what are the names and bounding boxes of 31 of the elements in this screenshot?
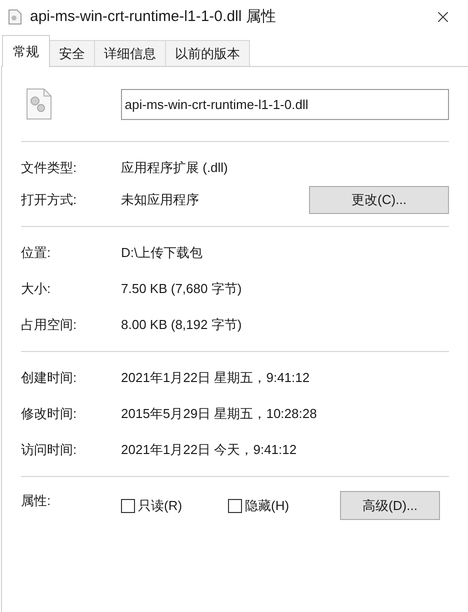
field-value: D:\上传下载包 — [121, 244, 204, 262]
settings-file-icon — [26, 88, 52, 120]
checkbox-label: 隐藏(H) — [245, 496, 290, 515]
checkbox[interactable] — [228, 498, 242, 512]
field-label: 访问时间: — [21, 441, 78, 460]
field-value: 应用程序扩展 (.dll) — [121, 159, 229, 178]
field-value: 2021年1月22日 今天，9:41:12 — [121, 441, 298, 460]
field-label: 占用空间: — [21, 316, 78, 334]
checkbox-label: 只读(R) — [138, 496, 182, 515]
file-name-field[interactable]: api-ms-win-crt-runtime-l1-1-0.dll — [120, 88, 449, 120]
field-label: 文件类型: — [21, 159, 78, 178]
field-value: 8.00 KB (8,192 字节) — [121, 316, 243, 334]
field-value: 2015年5月29日 星期五，10:28:28 — [121, 405, 318, 424]
field-label: 创建时间: — [21, 369, 78, 388]
field-label: 属性: — [21, 492, 52, 510]
field-value: 未知应用程序 — [121, 191, 200, 210]
field-label: 大小: — [21, 280, 52, 298]
advanced-button[interactable]: 高级(D)... — [340, 491, 440, 520]
tab[interactable]: 以前的版本 — [166, 40, 250, 66]
field-label: 位置: — [21, 244, 52, 262]
document-icon — [8, 9, 22, 25]
field-value: 7.50 KB (7,680 字节) — [121, 280, 243, 298]
field-value: 2021年1月22日 星期五，9:41:12 — [121, 369, 311, 388]
field-label: 打开方式: — [21, 191, 78, 210]
change-button[interactable]: 更改(C)... — [309, 186, 449, 214]
tab[interactable]: 安全 — [50, 40, 95, 66]
tab[interactable]: 常规 — [2, 35, 50, 67]
window-title: api-ms-win-crt-runtime-l1-1-0.dll 属性 — [30, 6, 276, 27]
field-label: 修改时间: — [21, 405, 78, 424]
tab[interactable]: 详细信息 — [95, 40, 166, 66]
checkbox[interactable] — [121, 498, 135, 512]
